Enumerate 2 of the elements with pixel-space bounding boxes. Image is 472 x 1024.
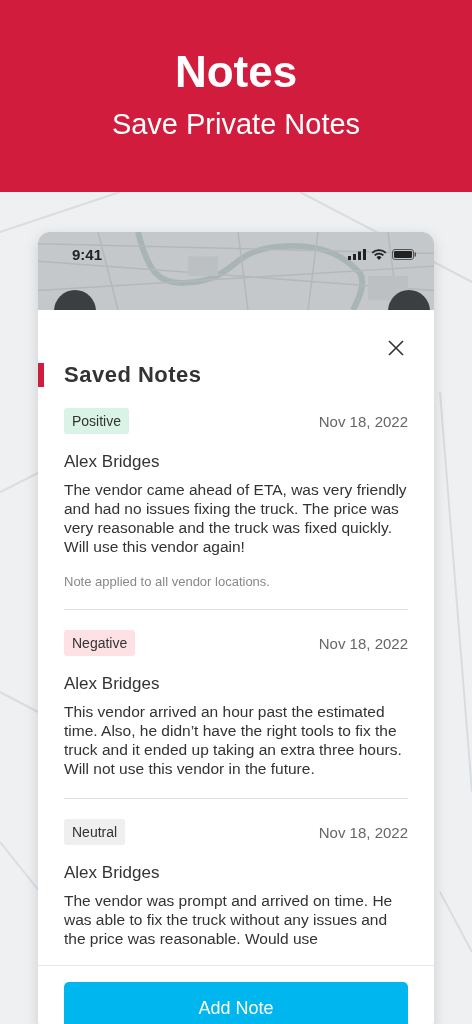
page-title: Notes [173, 46, 299, 98]
page-subtitle: Save Private Notes [110, 107, 362, 142]
